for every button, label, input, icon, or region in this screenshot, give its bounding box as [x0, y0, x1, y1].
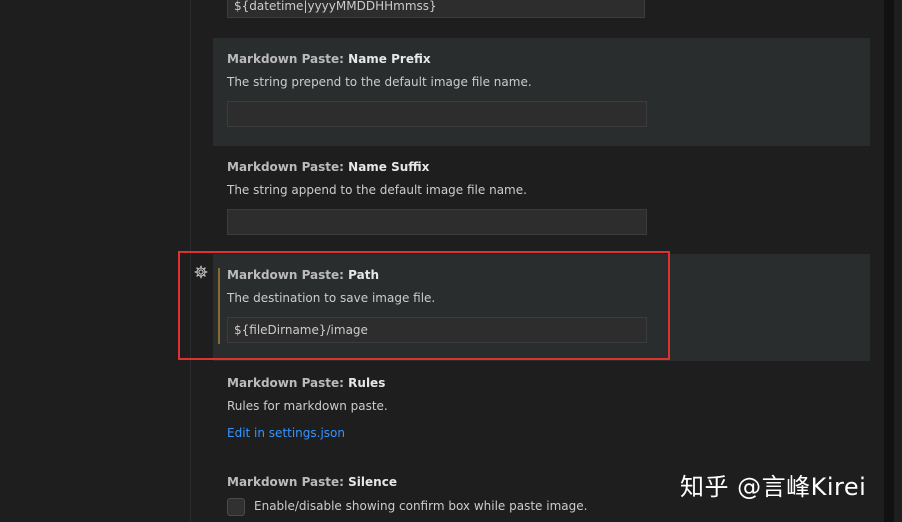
setting-category: Markdown Paste: [227, 160, 349, 174]
setting-name-suffix: Markdown Paste: Name Suffix The string a… [213, 146, 870, 254]
setting-name-prefix: Markdown Paste: Name Prefix The string p… [213, 38, 870, 146]
setting-title: Markdown Paste: Name Suffix [227, 160, 429, 174]
left-pane [0, 0, 190, 522]
setting-description: The destination to save image file. [227, 291, 436, 305]
file-name-format-input[interactable]: ${datetime|yyyyMMDDHHmmss} [227, 0, 645, 18]
name-prefix-input[interactable] [227, 101, 647, 127]
setting-title: Markdown Paste: Name Prefix [227, 52, 431, 66]
edit-in-settings-json-link[interactable]: Edit in settings.json [227, 426, 345, 440]
setting-title: Markdown Paste: Path [227, 268, 379, 282]
modified-indicator [218, 268, 220, 344]
setting-title: Markdown Paste: Silence [227, 475, 397, 489]
setting-title: Markdown Paste: Rules [227, 376, 385, 390]
scrollbar[interactable] [884, 0, 894, 522]
setting-key: Rules [348, 376, 386, 390]
pane-divider [190, 0, 191, 522]
setting-key: Silence [348, 475, 397, 489]
setting-key: Path [348, 268, 380, 282]
setting-description: Rules for markdown paste. [227, 399, 388, 413]
silence-checkbox[interactable] [227, 498, 245, 516]
setting-category: Markdown Paste: [227, 376, 349, 390]
setting-key: Name Suffix [348, 160, 430, 174]
setting-category: Markdown Paste: [227, 52, 349, 66]
setting-category: Markdown Paste: [227, 475, 349, 489]
right-edge [894, 0, 902, 522]
silence-checkbox-label: Enable/disable showing confirm box while… [254, 499, 588, 513]
gear-icon-svg [194, 265, 208, 279]
setting-path: Markdown Paste: Path The destination to … [213, 254, 870, 361]
watermark: 知乎 @言峰Kirei [680, 473, 867, 501]
setting-description: The string append to the default image f… [227, 183, 527, 197]
setting-key: Name Prefix [348, 52, 431, 66]
setting-rules: Markdown Paste: Rules Rules for markdown… [213, 362, 870, 460]
gear-icon[interactable] [193, 265, 209, 281]
setting-description: The string prepend to the default image … [227, 75, 532, 89]
name-suffix-input[interactable] [227, 209, 647, 235]
path-input[interactable] [227, 317, 647, 343]
setting-category: Markdown Paste: [227, 268, 349, 282]
